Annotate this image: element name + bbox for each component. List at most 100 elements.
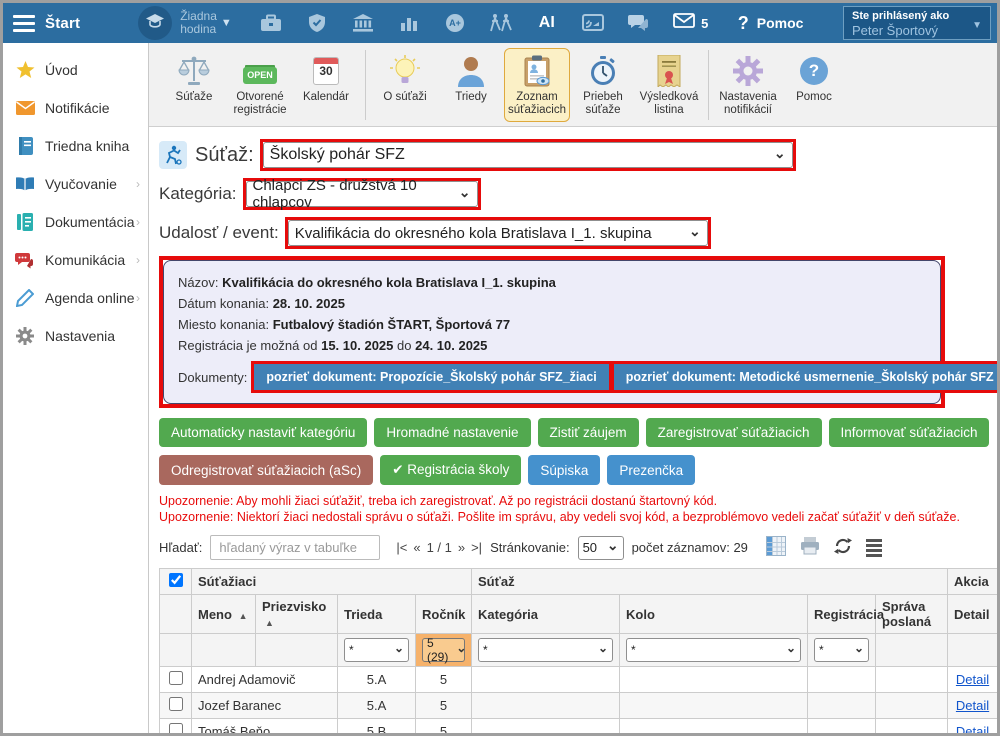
rocnik-filter-select[interactable]: 5 (29)	[422, 638, 465, 662]
topbar: Štart Žiadna hodina ▼ A+ AI	[3, 3, 997, 43]
user-account-menu[interactable]: Ste prihlásený ako Peter Športový ▼	[843, 6, 991, 40]
registracia-od: 15. 10. 2025	[321, 338, 393, 353]
sidebar-item-nastavenia[interactable]: Nastavenia	[3, 317, 148, 355]
detail-link[interactable]: Detail	[956, 724, 989, 733]
kolo-filter-select[interactable]: *	[626, 638, 801, 662]
select-all-checkbox[interactable]	[169, 573, 183, 587]
row-checkbox[interactable]	[169, 671, 183, 685]
pagination-first[interactable]: |<	[396, 540, 407, 555]
runners-icon[interactable]	[478, 13, 524, 33]
sutaz-row: Súťaž: Školský pohár SFZ	[159, 139, 991, 171]
pagination-last[interactable]: >|	[471, 540, 482, 555]
bar-chart-icon[interactable]	[386, 15, 432, 31]
sidebar-item-vyucovanie[interactable]: Vyučovanie ›	[3, 165, 148, 203]
sidebar-item-triedna-kniha[interactable]: Triedna kniha	[3, 127, 148, 165]
document-button-propozicie[interactable]: pozrieť dokument: Propozície_Školský poh…	[254, 364, 608, 390]
gauge-icon[interactable]: A+	[432, 13, 478, 33]
sidebar-item-agenda-online[interactable]: Agenda online ›	[3, 279, 148, 317]
zistit-zaujem-button[interactable]: Zistiť záujem	[538, 418, 639, 447]
refresh-icon[interactable]	[834, 537, 852, 558]
content-area: Súťaž: Školský pohár SFZ Kategória: Chla…	[149, 127, 997, 733]
column-header-priezvisko[interactable]: Priezvisko ▲	[256, 595, 338, 634]
pagination-next[interactable]: »	[458, 540, 465, 555]
detail-link[interactable]: Detail	[956, 698, 989, 713]
competitors-table: Súťažiaci Súťaž Akcia Meno ▲ Priezvisko …	[159, 568, 997, 733]
toolbar-item-nastavenia-notifikacii[interactable]: Nastavenia notifikácií	[715, 48, 781, 122]
toolbar-item-o-sutazi[interactable]: O súťaži	[372, 48, 438, 109]
pagination-prev[interactable]: «	[413, 540, 420, 555]
scales-icon	[177, 53, 211, 89]
sidebar-item-komunikacia[interactable]: Komunikácia ›	[3, 241, 148, 279]
sidebar-item-label: Dokumentácia	[45, 214, 135, 230]
document-button-metodicke[interactable]: pozrieť dokument: Metodické usmernenie_Š…	[614, 364, 997, 390]
column-header-row: Meno ▲ Priezvisko ▲ Trieda Ročník Kategó…	[160, 595, 998, 634]
sort-asc-icon: ▲	[239, 611, 248, 621]
column-header-kolo[interactable]: Kolo	[620, 595, 808, 634]
odregistrovat-button[interactable]: Odregistrovať súťažiacich (aSc)	[159, 455, 373, 485]
toolbar-item-priebeh-sutaze[interactable]: Priebeh súťaže	[570, 48, 636, 122]
toolbar-item-triedy[interactable]: Triedy	[438, 48, 504, 109]
annotation-box-kategoria: Chlapci ZS - družstvá 10 chlapcov	[243, 178, 481, 210]
lesson-caret-icon[interactable]: ▼	[221, 17, 232, 29]
column-header-sprava-poslana[interactable]: Správa poslaná	[876, 595, 948, 634]
toolbar-item-sutaze[interactable]: Súťaže	[161, 48, 227, 109]
chevron-right-icon: ›	[136, 291, 140, 305]
supiska-button[interactable]: Súpiska	[528, 455, 600, 485]
udalost-label: Udalosť / event:	[159, 223, 279, 243]
svg-text:A+: A+	[449, 18, 461, 28]
shield-check-icon[interactable]	[294, 13, 340, 33]
mail-menu-item[interactable]: 5	[662, 13, 720, 33]
current-lesson-label[interactable]: Žiadna hodina	[180, 10, 217, 36]
row-checkbox[interactable]	[169, 723, 183, 733]
toolbar-item-zoznam-sutaziacich[interactable]: Zoznam súťažiacich	[504, 48, 570, 122]
prezencka-button[interactable]: Prezenčka	[607, 455, 695, 485]
chat-bubbles-icon[interactable]	[616, 13, 662, 33]
app-window: Štart Žiadna hodina ▼ A+ AI	[0, 0, 1000, 736]
open-book-icon	[15, 174, 35, 194]
sort-asc-icon: ▲	[265, 618, 274, 628]
detail-link[interactable]: Detail	[956, 672, 989, 687]
toolbar-item-pomoc[interactable]: ? Pomoc	[781, 48, 847, 109]
column-header-kategoria[interactable]: Kategória	[472, 595, 620, 634]
hromadne-nastavenie-button[interactable]: Hromadné nastavenie	[374, 418, 530, 447]
udalost-select[interactable]: Kvalifikácia do okresného kola Bratislav…	[288, 220, 708, 246]
row-checkbox[interactable]	[169, 697, 183, 711]
user-caret-icon: ▼	[972, 20, 982, 31]
registracia-skoly-button[interactable]: ✔ Registrácia školy	[380, 455, 521, 485]
trieda-filter-select[interactable]: *	[344, 638, 409, 662]
bank-icon[interactable]	[340, 14, 386, 32]
ai-menu-item[interactable]: AI	[524, 14, 570, 32]
table-row: Tomáš Beňo 5.B 5 Detail	[160, 719, 998, 734]
columns-icon[interactable]	[766, 536, 786, 559]
informovat-button[interactable]: Informovať súťažiacich	[829, 418, 990, 447]
sidebar-item-dokumentacia[interactable]: Dokumentácia ›	[3, 203, 148, 241]
sidebar-item-uvod[interactable]: Úvod	[3, 51, 148, 89]
nazov-label: Názov:	[178, 275, 218, 290]
column-header-meno[interactable]: Meno ▲	[192, 595, 256, 634]
registracia-filter-select[interactable]: *	[814, 638, 869, 662]
kategoria-filter-select[interactable]: *	[478, 638, 613, 662]
kategoria-select[interactable]: Chlapci ZS - družstvá 10 chlapcov	[246, 181, 478, 207]
list-view-icon[interactable]	[866, 539, 882, 557]
stopwatch-icon	[588, 53, 618, 89]
student-trieda: 5.A	[338, 693, 416, 719]
hamburger-menu-icon[interactable]	[13, 15, 35, 32]
graduation-cap-icon	[145, 13, 165, 34]
toolbar-item-otvorene-registracie[interactable]: OPEN Otvorené registrácie	[227, 48, 293, 122]
column-header-rocnik[interactable]: Ročník	[416, 595, 472, 634]
help-menu-item[interactable]: ? Pomoc	[738, 13, 804, 34]
page-size-select[interactable]: 50	[578, 536, 624, 560]
auto-kategoria-button[interactable]: Automaticky nastaviť kategóriu	[159, 418, 367, 447]
toolbar-item-vysledkova-listina[interactable]: Výsledková listina	[636, 48, 702, 122]
zaregistrovat-button[interactable]: Zaregistrovať súťažiacich	[646, 418, 822, 447]
lesson-circle-button[interactable]	[138, 6, 172, 40]
print-icon[interactable]	[800, 537, 820, 558]
search-input[interactable]	[210, 535, 380, 560]
sutaz-select[interactable]: Školský pohár SFZ	[263, 142, 793, 168]
toolbar-item-kalendar[interactable]: 30 Kalendár	[293, 48, 359, 109]
sidebar-item-notifikacie[interactable]: Notifikácie	[3, 89, 148, 127]
column-header-trieda[interactable]: Trieda	[338, 595, 416, 634]
cast-icon[interactable]	[570, 14, 616, 32]
column-header-registracia[interactable]: Registrácia	[808, 595, 876, 634]
briefcase-icon[interactable]	[248, 14, 294, 32]
